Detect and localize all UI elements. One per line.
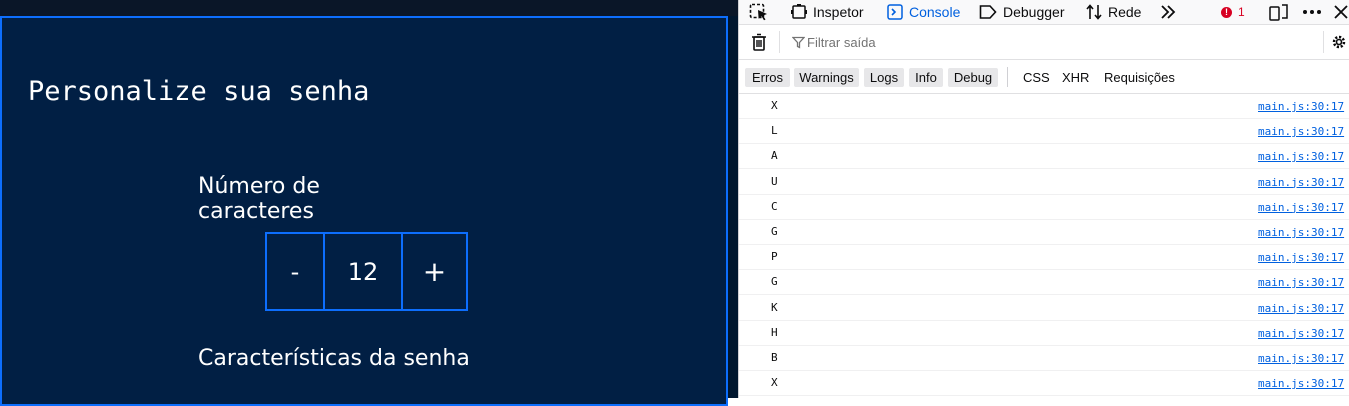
console-log-row: Umain.js:30:17 [739,170,1349,195]
devtools-panel: Inspetor Console Debugger Rede ! 1 Filtr… [738,0,1349,398]
character-count-label: Número de caracteres [198,174,320,224]
password-app: Personalize sua senha Número de caracter… [0,0,738,406]
tab-debugger[interactable]: Debugger [979,0,1065,24]
tab-inspector-label: Inspetor [813,4,864,20]
filter-xhr-button[interactable]: XHR [1062,68,1089,87]
console-log-row: Gmain.js:30:17 [739,220,1349,245]
decrease-button[interactable]: - [267,234,325,309]
console-log-row: Gmain.js:30:17 [739,270,1349,296]
chevron-double-right-icon[interactable] [1159,3,1177,26]
tab-inspector[interactable]: Inspetor [791,0,864,24]
filter-warnings-button[interactable]: Warnings [794,68,859,87]
log-source-link[interactable]: main.js:30:17 [1258,176,1344,189]
console-log-row: Lmain.js:30:17 [739,119,1349,145]
log-message: C [771,199,778,213]
log-message: A [771,149,778,163]
console-icon [887,4,903,20]
log-source-link[interactable]: main.js:30:17 [1258,125,1344,138]
debugger-icon [979,5,997,19]
console-filter-bar [739,25,1349,60]
more-options-icon[interactable] [1302,3,1322,26]
divider [779,31,780,53]
network-icon [1086,4,1102,20]
filter-debug-button[interactable]: Debug [948,68,998,87]
log-message: X [771,376,778,390]
log-source-link[interactable]: main.js:30:17 [1258,302,1344,315]
filter-requests-button[interactable]: Requisições [1104,68,1175,87]
filter-errors-button[interactable]: Erros [745,68,790,87]
password-features-label: Características da senha [198,346,470,371]
console-log-row: Bmain.js:30:17 [739,346,1349,371]
console-log-row: Pmain.js:30:17 [739,245,1349,271]
error-icon: ! [1221,6,1232,18]
log-level-filters: Erros Warnings Logs Info Debug CSS XHR R… [739,60,1349,94]
log-source-link[interactable]: main.js:30:17 [1258,226,1344,239]
log-source-link[interactable]: main.js:30:17 [1258,150,1344,163]
filter-icon [791,36,806,54]
log-source-link[interactable]: main.js:30:17 [1258,327,1344,340]
log-source-link[interactable]: main.js:30:17 [1258,100,1344,113]
log-message: U [771,174,778,188]
log-message: L [771,124,778,138]
console-log-row: Amain.js:30:17 [739,144,1349,170]
tab-console[interactable]: Console [887,0,960,24]
filter-output-input[interactable] [807,32,1307,52]
character-count-stepper: - 12 + [265,232,468,311]
console-log-row: Kmain.js:30:17 [739,296,1349,321]
inspector-icon [791,4,807,19]
console-log-row: Xmain.js:30:17 [739,371,1349,397]
page-title: Personalize sua senha [28,76,370,107]
filter-logs-button[interactable]: Logs [864,68,904,87]
log-message: K [771,300,778,314]
log-message: H [771,325,778,339]
character-count-value: 12 [325,234,403,309]
log-message: G [771,275,778,289]
divider [1323,31,1324,53]
element-picker-icon[interactable] [749,3,769,26]
divider [1007,67,1008,87]
password-settings-card: Personalize sua senha Número de caracter… [0,16,728,406]
gear-icon[interactable] [1330,33,1348,56]
tab-debugger-label: Debugger [1003,4,1065,20]
console-output: Xmain.js:30:17 Lmain.js:30:17 Amain.js:30:… [739,94,1349,398]
filter-css-button[interactable]: CSS [1023,68,1050,87]
log-source-link[interactable]: main.js:30:17 [1258,276,1344,289]
dock-side-icon[interactable] [1269,3,1289,26]
log-message: G [771,225,778,238]
log-source-link[interactable]: main.js:30:17 [1258,352,1344,365]
tab-console-label: Console [909,4,961,20]
log-source-link[interactable]: main.js:30:17 [1258,201,1344,214]
app-top-strip [0,0,738,16]
log-source-link[interactable]: main.js:30:17 [1258,251,1344,264]
console-log-row: Hmain.js:30:17 [739,321,1349,346]
console-log-row: Cmain.js:30:17 [739,195,1349,220]
error-count-badge[interactable]: ! 1 [1221,0,1245,24]
increase-button[interactable]: + [403,234,466,309]
error-count: 1 [1238,5,1245,19]
console-log-row: Xmain.js:30:17 [739,94,1349,119]
close-icon[interactable] [1333,3,1349,26]
devtools-toolbar: Inspetor Console Debugger Rede ! 1 [739,0,1349,25]
tab-network[interactable]: Rede [1086,0,1141,24]
log-message: X [771,99,778,112]
trash-icon[interactable] [751,33,767,56]
log-message: P [771,250,778,264]
filter-info-button[interactable]: Info [909,68,943,87]
tab-network-label: Rede [1108,4,1142,20]
log-source-link[interactable]: main.js:30:17 [1258,377,1344,390]
log-message: B [771,351,778,364]
